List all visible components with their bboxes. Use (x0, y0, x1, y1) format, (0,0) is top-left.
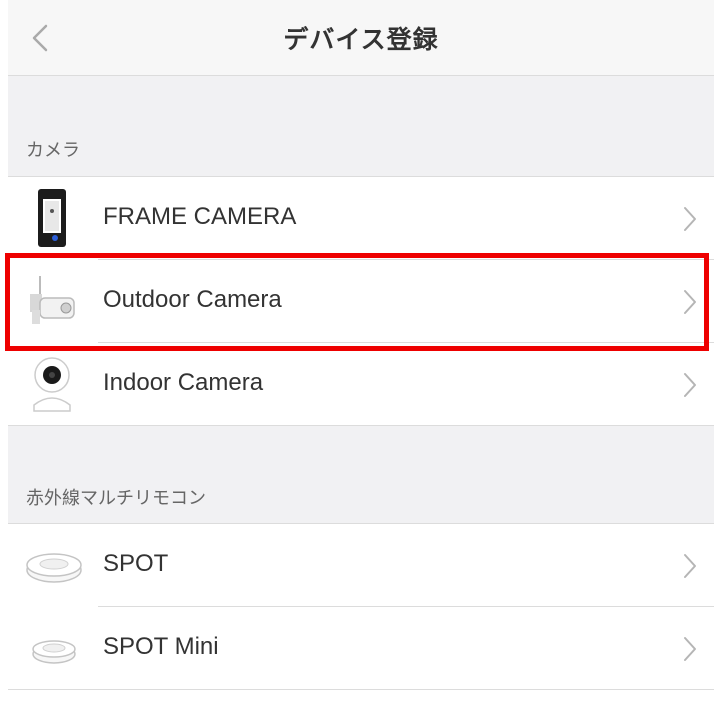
frame-camera-icon (38, 189, 66, 247)
device-label: Indoor Camera (103, 369, 264, 396)
app-screen: デバイス登録 カメラ FRAME CAMERA Outdoor Camera I… (8, 0, 714, 703)
page-title: デバイス登録 (283, 25, 439, 54)
device-item-indoor-camera[interactable]: Indoor Camera (8, 343, 714, 425)
chevron-right-icon (684, 637, 696, 661)
chevron-right-icon (684, 207, 696, 231)
chevron-right-icon (684, 373, 696, 397)
device-item-frame-camera[interactable]: FRAME CAMERA (8, 177, 714, 259)
device-label: SPOT (103, 550, 169, 577)
nav-header: デバイス登録 (8, 0, 714, 76)
device-label: SPOT Mini (103, 633, 219, 660)
chevron-right-icon (684, 554, 696, 578)
device-label: FRAME CAMERA (103, 203, 297, 230)
section-header-ir-remote: 赤外線マルチリモコン (8, 426, 714, 523)
section-header-camera: カメラ (8, 76, 714, 176)
device-item-spot-mini[interactable]: SPOT Mini (8, 607, 714, 689)
device-item-spot[interactable]: SPOT (8, 524, 714, 606)
spot-remote-icon (26, 553, 82, 583)
spot-mini-remote-icon (32, 640, 76, 664)
indoor-camera-icon (33, 357, 71, 412)
section-label: カメラ (26, 140, 80, 161)
section-label: 赤外線マルチリモコン (26, 488, 206, 509)
divider (8, 689, 714, 690)
highlight-box (5, 253, 709, 351)
